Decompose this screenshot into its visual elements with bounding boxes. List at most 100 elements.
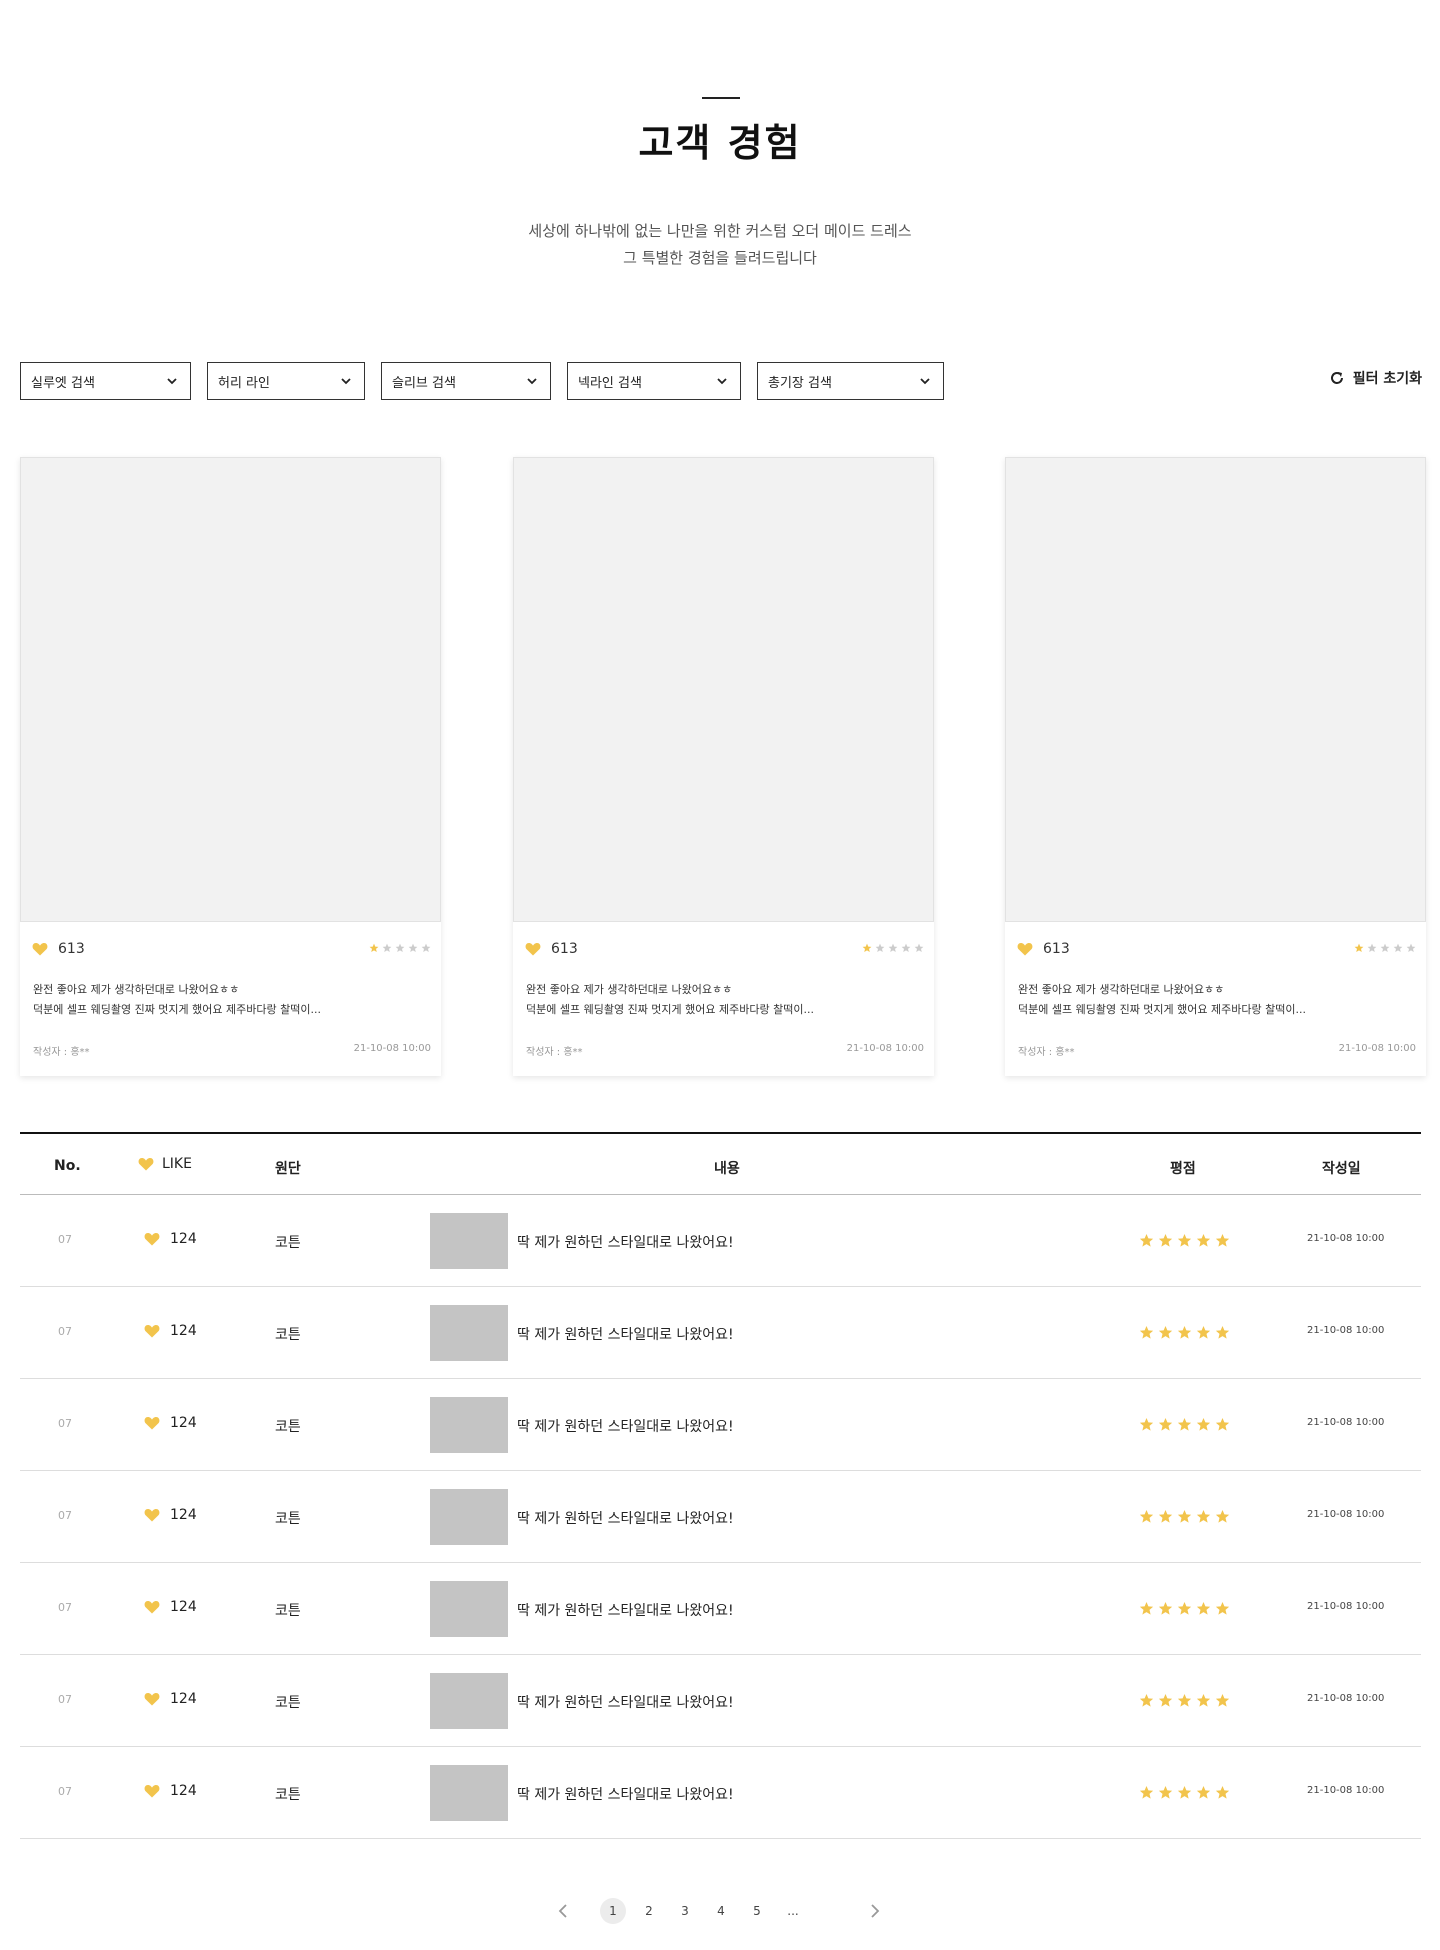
star-filled-icon [1139,1233,1154,1247]
star-empty-icon [421,943,431,953]
like-button[interactable]: 613 [1017,941,1070,957]
star-filled-icon [1215,1325,1230,1339]
like-count: 124 [170,1507,197,1523]
sleeve-filter-select[interactable]: 슬리브 검색 [381,362,551,400]
row-thumbnail[interactable] [430,1581,508,1637]
table-row[interactable]: 07 124 코튼 딱 제가 원하던 스타일대로 나왔어요! 21-10-08 10:0… [20,1195,1421,1287]
column-header-date: 작성일 [1322,1161,1361,1177]
star-filled-icon [1196,1785,1211,1799]
column-header-rating: 평점 [1170,1161,1196,1177]
table-row[interactable]: 07 124 코튼 딱 제가 원하던 스타일대로 나왔어요! 21-10-08 10:0… [20,1747,1421,1839]
row-like[interactable]: 124 [144,1231,197,1247]
neckline-filter-select[interactable]: 넥라인 검색 [567,362,741,400]
like-count: 613 [58,941,85,957]
like-count: 613 [551,941,578,957]
like-count: 124 [170,1231,197,1247]
row-thumbnail[interactable] [430,1489,508,1545]
row-date: 21-10-08 10:00 [1307,1693,1385,1704]
row-number: 07 [58,1325,72,1338]
row-like[interactable]: 124 [144,1783,197,1799]
star-filled-icon [1354,943,1364,953]
chevron-left-icon[interactable] [556,1903,572,1919]
row-like[interactable]: 124 [144,1323,197,1339]
row-like[interactable]: 124 [144,1507,197,1523]
like-count: 613 [1043,941,1070,957]
heart-icon [144,1233,160,1246]
like-count: 124 [170,1323,197,1339]
star-filled-icon [1139,1417,1154,1431]
page-button-2[interactable]: 2 [636,1898,662,1924]
chevron-down-icon [341,378,351,385]
review-card[interactable]: 613 완전 좋아요 제가 생각하던대로 나왔어요ㅎㅎ 덕분에 셀프 웨딩촬영 … [513,457,934,1076]
star-filled-icon [1139,1325,1154,1339]
heart-icon [144,1509,160,1522]
row-thumbnail[interactable] [430,1213,508,1269]
table-row[interactable]: 07 124 코튼 딱 제가 원하던 스타일대로 나왔어요! 21-10-08 10:0… [20,1379,1421,1471]
silhouette-filter-select[interactable]: 실루엣 검색 [20,362,191,400]
row-content-link[interactable]: 딱 제가 원하던 스타일대로 나왔어요! [517,1416,734,1436]
page-title: 고객 경험 [638,121,802,165]
star-empty-icon [901,943,911,953]
row-content-link[interactable]: 딱 제가 원하던 스타일대로 나왔어요! [517,1600,734,1620]
table-row[interactable]: 07 124 코튼 딱 제가 원하던 스타일대로 나왔어요! 21-10-08 10:0… [20,1655,1421,1747]
star-rating [862,943,924,953]
row-fabric: 코튼 [275,1695,301,1711]
subtitle-line: 그 특별한 경험을 들려드립니다 [623,249,817,267]
heart-icon [144,1325,160,1338]
star-empty-icon [1380,943,1390,953]
star-empty-icon [914,943,924,953]
table-row[interactable]: 07 124 코튼 딱 제가 원하던 스타일대로 나왔어요! 21-10-08 10:0… [20,1287,1421,1379]
review-line: 덕분에 셀프 웨딩촬영 진짜 멋지게 했어요 제주바다랑 찰떡이... [33,1003,321,1016]
star-rating [1139,1693,1230,1708]
page-button-4[interactable]: 4 [708,1898,734,1924]
star-filled-icon [1215,1233,1230,1247]
star-filled-icon [1215,1693,1230,1707]
star-filled-icon [1158,1509,1173,1523]
row-thumbnail[interactable] [430,1673,508,1729]
review-date: 21-10-08 10:00 [353,1043,431,1054]
row-fabric: 코튼 [275,1419,301,1435]
star-filled-icon [1177,1601,1192,1615]
row-number: 07 [58,1693,72,1706]
row-thumbnail[interactable] [430,1397,508,1453]
row-like[interactable]: 124 [144,1691,197,1707]
review-photo[interactable] [20,457,441,922]
column-header-like: LIKE [138,1156,192,1172]
row-content-link[interactable]: 딱 제가 원하던 스타일대로 나왔어요! [517,1324,734,1344]
row-content-link[interactable]: 딱 제가 원하던 스타일대로 나왔어요! [517,1232,734,1252]
heart-icon [32,943,48,956]
table-row[interactable]: 07 124 코튼 딱 제가 원하던 스타일대로 나왔어요! 21-10-08 10:0… [20,1471,1421,1563]
row-number: 07 [58,1417,72,1430]
star-rating [1139,1785,1230,1800]
page-button-1[interactable]: 1 [600,1898,626,1924]
waist-line-filter-select[interactable]: 허리 라인 [207,362,365,400]
filter-label: 허리 라인 [218,375,270,391]
row-like[interactable]: 124 [144,1599,197,1615]
row-thumbnail[interactable] [430,1305,508,1361]
like-button[interactable]: 613 [525,941,578,957]
row-content-link[interactable]: 딱 제가 원하던 스타일대로 나왔어요! [517,1692,734,1712]
row-content-link[interactable]: 딱 제가 원하던 스타일대로 나왔어요! [517,1508,734,1528]
review-photo[interactable] [1005,457,1426,922]
star-empty-icon [875,943,885,953]
page-button-3[interactable]: 3 [672,1898,698,1924]
like-button[interactable]: 613 [32,941,85,957]
length-filter-select[interactable]: 총기장 검색 [757,362,944,400]
star-filled-icon [862,943,872,953]
table-row[interactable]: 07 124 코튼 딱 제가 원하던 스타일대로 나왔어요! 21-10-08 10:0… [20,1563,1421,1655]
review-card[interactable]: 613 완전 좋아요 제가 생각하던대로 나왔어요ㅎㅎ 덕분에 셀프 웨딩촬영 … [20,457,441,1076]
star-filled-icon [1139,1601,1154,1615]
row-thumbnail[interactable] [430,1765,508,1821]
star-filled-icon [1196,1325,1211,1339]
review-card[interactable]: 613 완전 좋아요 제가 생각하던대로 나왔어요ㅎㅎ 덕분에 셀프 웨딩촬영 … [1005,457,1426,1076]
row-like[interactable]: 124 [144,1415,197,1431]
row-content-link[interactable]: 딱 제가 원하던 스타일대로 나왔어요! [517,1784,734,1804]
row-fabric: 코튼 [275,1511,301,1527]
page-button-5[interactable]: 5 [744,1898,770,1924]
review-author: 작성자 : 홍** [1018,1047,1075,1058]
chevron-right-icon[interactable] [866,1903,882,1919]
review-photo[interactable] [513,457,934,922]
review-excerpt: 완전 좋아요 제가 생각하던대로 나왔어요ㅎㅎ 덕분에 셀프 웨딩촬영 진짜 멋… [33,980,428,1020]
reset-filters-button[interactable]: 필터 초기화 [1329,368,1422,388]
heart-icon [138,1158,154,1171]
